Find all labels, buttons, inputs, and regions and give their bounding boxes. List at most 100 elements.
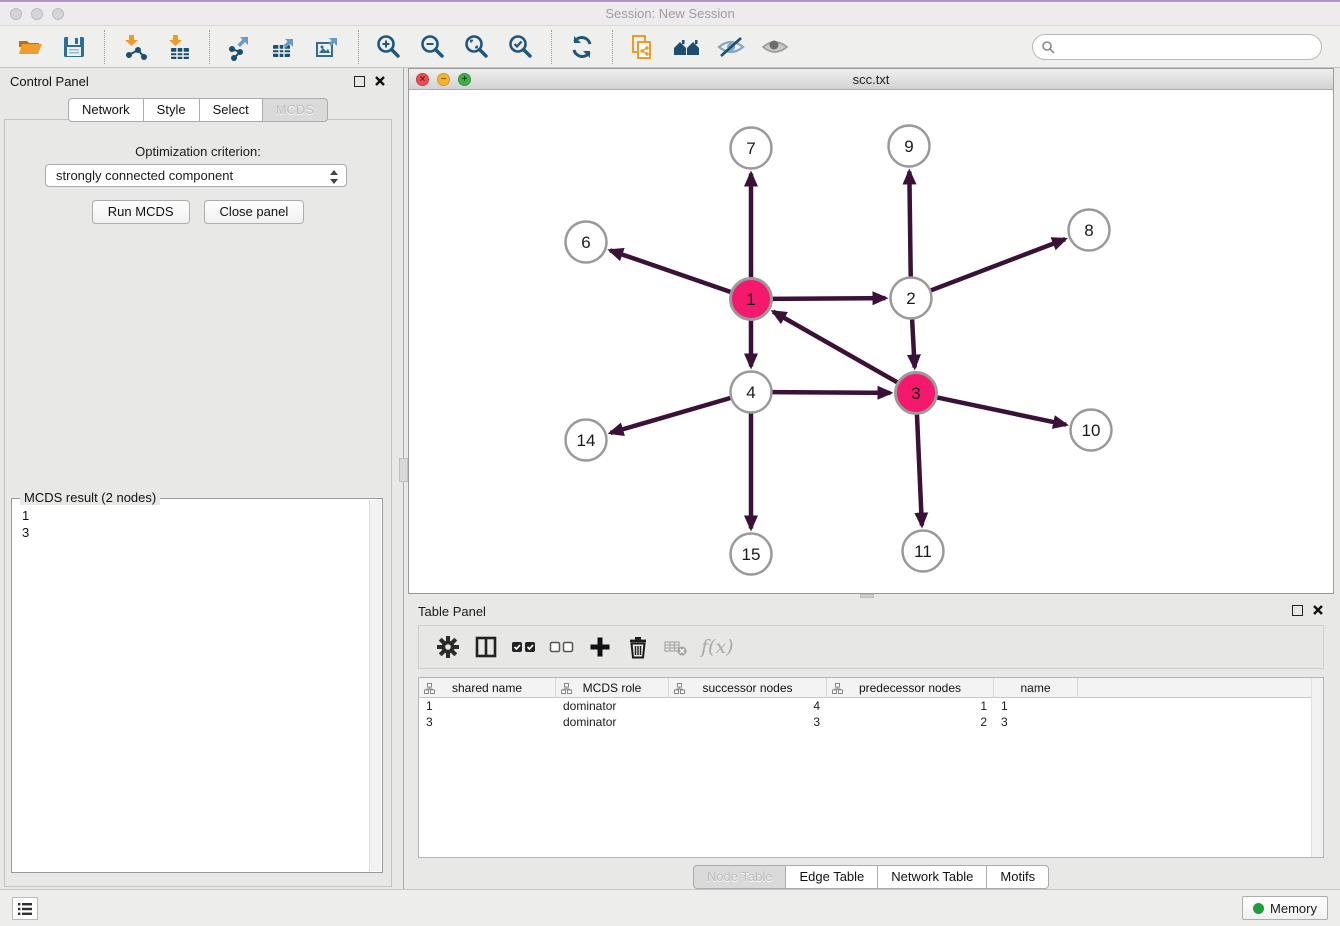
column-header-shared-name[interactable]: shared name	[419, 678, 556, 698]
column-header-predecessor-nodes[interactable]: predecessor nodes	[827, 678, 994, 698]
edge-2-to-3[interactable]	[912, 319, 915, 367]
table-cell[interactable]: 1	[419, 698, 556, 714]
zoom-out-icon[interactable]	[418, 32, 448, 62]
table-mode-gear-icon[interactable]	[434, 633, 462, 661]
export-image-icon[interactable]	[313, 32, 343, 62]
close-panel-icon[interactable]	[374, 75, 386, 87]
edge-3-to-10[interactable]	[937, 397, 1066, 424]
tab-mcds[interactable]: MCDS	[262, 98, 328, 122]
select-all-checkboxes-icon[interactable]	[510, 633, 538, 661]
table-cell[interactable]: 2	[827, 714, 994, 730]
table-scrollbar[interactable]	[1311, 678, 1323, 857]
memory-button[interactable]: Memory	[1242, 896, 1328, 920]
panel-splitter[interactable]	[396, 68, 408, 889]
table-cell[interactable]: 1	[994, 698, 1078, 714]
mcds-result-title: MCDS result (2 nodes)	[20, 490, 160, 505]
table-tab-motifs[interactable]: Motifs	[986, 865, 1049, 889]
zoom-window-icon[interactable]	[52, 8, 64, 20]
splitter-grip[interactable]	[399, 458, 408, 482]
edge-4-to-14[interactable]	[610, 398, 730, 433]
float-table-panel-icon[interactable]	[1292, 605, 1303, 616]
close-panel-button[interactable]: Close panel	[204, 200, 305, 224]
delete-table-icon[interactable]	[662, 633, 690, 661]
close-window-icon[interactable]	[10, 8, 22, 20]
close-view-icon[interactable]: ×	[416, 73, 429, 86]
zoom-selected-icon[interactable]	[506, 32, 536, 62]
float-panel-icon[interactable]	[354, 76, 365, 87]
column-sort-icon[interactable]	[832, 683, 843, 694]
task-history-button[interactable]	[12, 897, 38, 920]
tab-style[interactable]: Style	[143, 98, 200, 122]
copy-network-icon[interactable]	[628, 32, 658, 62]
table-tab-edge-table[interactable]: Edge Table	[785, 865, 878, 889]
column-selector-icon[interactable]	[472, 633, 500, 661]
hide-selected-eye-icon[interactable]	[716, 32, 746, 62]
column-header-label: predecessor nodes	[859, 681, 961, 695]
graph-node-label-6: 6	[581, 233, 590, 252]
edge-4-to-3[interactable]	[772, 392, 890, 393]
network-window-titlebar[interactable]: × − + scc.txt	[409, 69, 1333, 90]
network-graph-canvas[interactable]: 7968124314101511	[409, 90, 1333, 593]
window-controls-inactive[interactable]	[10, 8, 64, 20]
minimize-view-icon[interactable]: −	[437, 73, 450, 86]
import-table-icon[interactable]	[164, 32, 194, 62]
open-session-icon[interactable]	[15, 32, 45, 62]
node-table[interactable]: shared nameMCDS rolesuccessor nodes prede…	[418, 677, 1324, 858]
column-sort-icon[interactable]	[561, 683, 572, 694]
table-cell[interactable]: dominator	[556, 698, 669, 714]
table-cell[interactable]: 3	[419, 714, 556, 730]
refresh-icon[interactable]	[567, 32, 597, 62]
edge-2-to-8[interactable]	[931, 239, 1065, 290]
table-cell[interactable]: dominator	[556, 714, 669, 730]
table-tabs: Node TableEdge TableNetwork TableMotifs	[408, 865, 1334, 889]
table-cell[interactable]: 3	[994, 714, 1078, 730]
dropdown-stepper-icon	[329, 169, 339, 188]
minimize-window-icon[interactable]	[31, 8, 43, 20]
column-header-name[interactable]: name	[994, 678, 1078, 698]
function-builder-icon[interactable]: f(x)	[701, 636, 734, 658]
add-column-icon[interactable]	[586, 633, 614, 661]
memory-status-icon	[1253, 903, 1264, 914]
table-row[interactable]: 1dominator411	[419, 698, 1323, 714]
edge-3-to-1[interactable]	[773, 312, 897, 383]
edge-1-to-2[interactable]	[772, 298, 885, 299]
result-scrollbar[interactable]	[369, 500, 381, 871]
criterion-dropdown[interactable]: strongly connected component	[45, 164, 347, 187]
run-mcds-button[interactable]: Run MCDS	[92, 200, 190, 224]
table-tab-network-table[interactable]: Network Table	[877, 865, 987, 889]
column-header-MCDS-role[interactable]: MCDS role	[556, 678, 669, 698]
table-cell[interactable]: 1	[827, 698, 994, 714]
edge-1-to-6[interactable]	[610, 250, 731, 292]
delete-column-icon[interactable]	[624, 633, 652, 661]
tab-network[interactable]: Network	[68, 98, 144, 122]
save-session-icon[interactable]	[59, 32, 89, 62]
edge-3-to-11[interactable]	[917, 414, 922, 525]
zoom-in-icon[interactable]	[374, 32, 404, 62]
search-input[interactable]	[1032, 34, 1322, 60]
import-network-icon[interactable]	[120, 32, 150, 62]
network-graph[interactable]: 7968124314101511	[409, 90, 1333, 593]
table-cell[interactable]: 4	[669, 698, 827, 714]
column-header-successor-nodes[interactable]: successor nodes	[669, 678, 827, 698]
column-header-label: name	[1020, 681, 1050, 695]
tab-select[interactable]: Select	[199, 98, 263, 122]
network-window-title: scc.txt	[409, 72, 1333, 87]
deselect-all-checkboxes-icon[interactable]	[548, 633, 576, 661]
table-cell[interactable]: 3	[669, 714, 827, 730]
maximize-view-icon[interactable]: +	[458, 73, 471, 86]
horizontal-splitter-grip[interactable]	[860, 594, 874, 598]
close-table-panel-icon[interactable]	[1312, 604, 1324, 616]
zoom-fit-icon[interactable]	[462, 32, 492, 62]
app-title: Session: New Session	[605, 6, 734, 21]
column-sort-icon[interactable]	[674, 683, 685, 694]
export-network-icon[interactable]	[225, 32, 255, 62]
column-sort-icon[interactable]	[424, 683, 435, 694]
memory-label: Memory	[1270, 901, 1317, 916]
table-row[interactable]: 3dominator323	[419, 714, 1323, 730]
home-icon[interactable]	[672, 32, 702, 62]
edge-2-to-9[interactable]	[909, 171, 910, 276]
mcds-result-item: 1	[22, 507, 382, 524]
table-tab-node-table[interactable]: Node Table	[693, 865, 787, 889]
show-all-eye-icon[interactable]	[760, 32, 790, 62]
export-table-icon[interactable]	[269, 32, 299, 62]
